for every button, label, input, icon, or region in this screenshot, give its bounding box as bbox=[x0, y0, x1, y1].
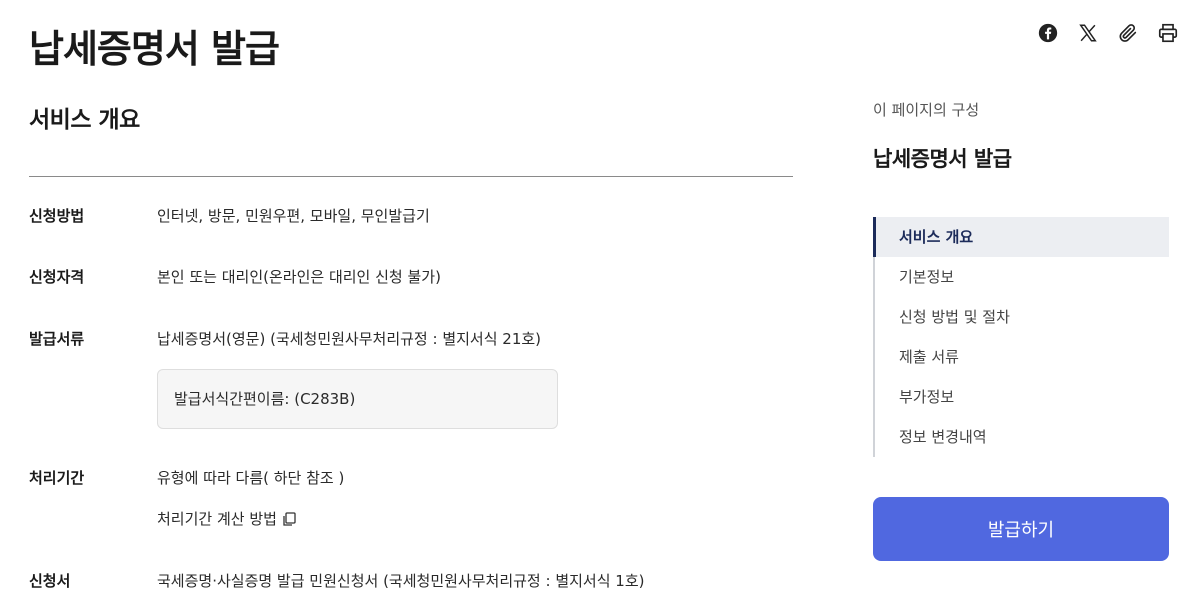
toc-item-basic-info[interactable]: 기본정보 bbox=[875, 257, 1169, 297]
processing-time-calc-link[interactable]: 처리기간 계산 방법 bbox=[157, 508, 297, 529]
toc-item-overview[interactable]: 서비스 개요 bbox=[873, 217, 1169, 257]
toc-item-change-history[interactable]: 정보 변경내역 bbox=[875, 417, 1169, 457]
toc-title: 납세증명서 발급 bbox=[873, 147, 1012, 171]
toc-item-documents[interactable]: 제출 서류 bbox=[875, 337, 1169, 377]
info-value: 유형에 따라 다름( 하단 참조 ) bbox=[157, 469, 345, 487]
section-divider bbox=[29, 176, 793, 177]
form-name-box: 발급서식간편이름: (C283B) bbox=[157, 369, 558, 429]
info-label: 신청서 bbox=[29, 572, 71, 590]
toc-caption: 이 페이지의 구성 bbox=[873, 101, 980, 119]
toc-item-additional-info[interactable]: 부가정보 bbox=[875, 377, 1169, 417]
info-value: 본인 또는 대리인(온라인은 대리인 신청 불가) bbox=[157, 268, 441, 286]
info-label: 신청자격 bbox=[29, 268, 85, 286]
info-value: 인터넷, 방문, 민원우편, 모바일, 무인발급기 bbox=[157, 207, 430, 225]
page-title: 납세증명서 발급 bbox=[29, 27, 280, 71]
copy-icon bbox=[283, 511, 296, 526]
info-value: 납세증명서(영문) (국세청민원사무처리규정 : 별지서식 21호) bbox=[157, 330, 542, 348]
share-toolbar bbox=[1036, 20, 1180, 46]
x-icon[interactable] bbox=[1076, 20, 1100, 46]
toc-item-procedure[interactable]: 신청 방법 및 절차 bbox=[875, 297, 1169, 337]
form-name-text: 발급서식간편이름: (C283B) bbox=[174, 390, 356, 408]
section-title: 서비스 개요 bbox=[29, 107, 140, 133]
info-label: 신청방법 bbox=[29, 207, 85, 225]
issue-button[interactable]: 발급하기 bbox=[873, 497, 1169, 561]
calc-link-label: 처리기간 계산 방법 bbox=[157, 510, 277, 528]
print-icon[interactable] bbox=[1156, 20, 1180, 46]
facebook-icon[interactable] bbox=[1036, 20, 1060, 46]
info-label: 처리기간 bbox=[29, 469, 85, 487]
paperclip-icon[interactable] bbox=[1116, 20, 1140, 46]
info-value: 국세증명·사실증명 발급 민원신청서 (국세청민원사무처리규정 : 별지서식 1… bbox=[157, 572, 645, 590]
toc-list: 서비스 개요 기본정보 신청 방법 및 절차 제출 서류 부가정보 정보 변경내… bbox=[873, 217, 1169, 457]
info-label: 발급서류 bbox=[29, 330, 85, 348]
